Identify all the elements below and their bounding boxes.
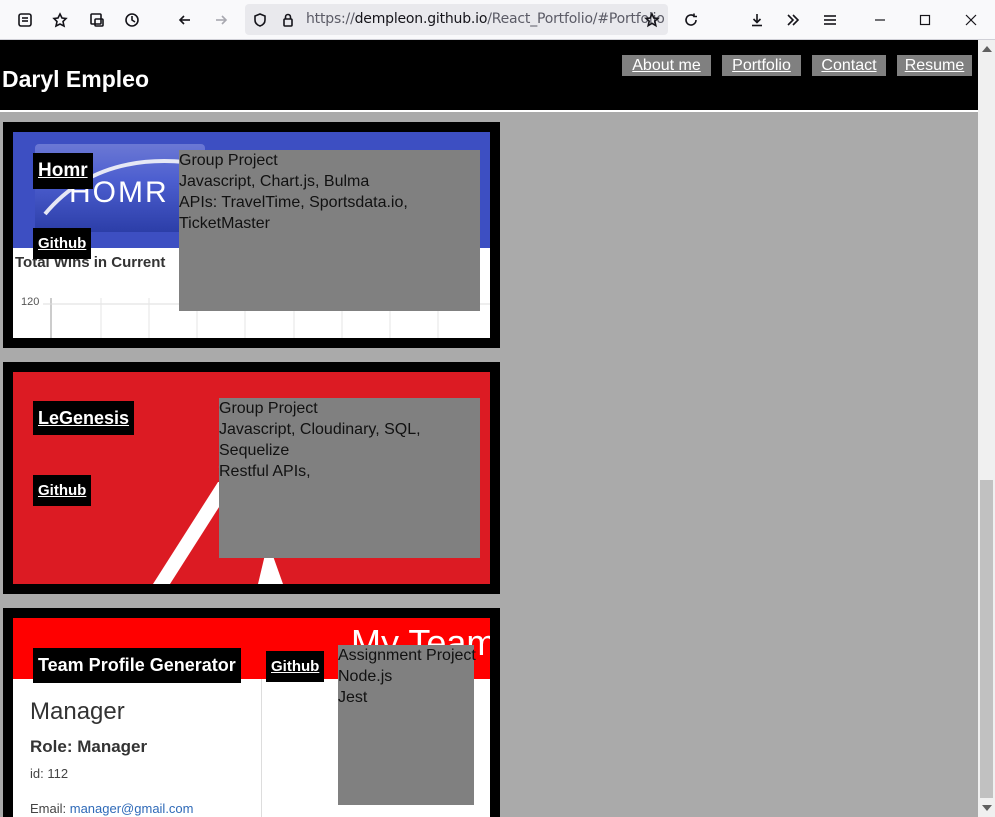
forward-icon[interactable] [207, 6, 235, 34]
nav-about-me[interactable]: About me [622, 55, 711, 76]
site-title: Daryl Empleo [2, 66, 149, 92]
github-link-team-profile[interactable]: Github [266, 651, 325, 682]
project-description-homr: Group Project Javascript, Chart.js, Bulm… [179, 150, 480, 311]
description-line: Javascript, Chart.js, Bulma [179, 173, 370, 190]
back-icon[interactable] [171, 6, 199, 34]
project-card-legenesis: LeGenesis Github Group Project Javascrip… [3, 362, 500, 594]
project-description-team-profile: Assignment Project Node.js Jest [338, 645, 476, 805]
lock-icon[interactable] [274, 6, 302, 34]
team-profile-role: Role: Manager [30, 737, 148, 756]
team-profile-email-label: Email: [30, 801, 67, 816]
description-line: Sequelize [219, 442, 290, 459]
team-column-divider [261, 679, 262, 817]
address-bar[interactable]: https://dempleon.github.io/React_Portfol… [245, 4, 668, 35]
description-line: TicketMaster [179, 215, 270, 232]
nav-contact[interactable]: Contact [812, 55, 886, 76]
reload-icon[interactable] [677, 6, 705, 34]
team-profile-email-row: Email: manager@gmail.com [30, 801, 194, 816]
page-viewport: Daryl Empleo About me Portfolio Contact … [0, 40, 978, 817]
site-header: Daryl Empleo About me Portfolio Contact … [0, 40, 978, 112]
history-icon[interactable] [118, 6, 146, 34]
description-line: APIs: TravelTime, Sportsdata.io, [179, 194, 408, 211]
url-text[interactable]: https://dempleon.github.io/React_Portfol… [306, 11, 665, 27]
maximize-icon[interactable] [911, 6, 939, 34]
bookmark-star-icon[interactable] [638, 6, 666, 34]
shield-icon[interactable] [246, 6, 274, 34]
description-line: Javascript, Cloudinary, SQL, [219, 421, 421, 438]
description-line: Assignment Project [338, 647, 476, 664]
team-profile-name: Manager [30, 698, 125, 725]
minimize-icon[interactable] [866, 6, 894, 34]
project-card-team-profile: My Team Manager Role: Manager id: 112 Em… [3, 608, 500, 817]
description-line: Group Project [219, 400, 318, 417]
close-icon[interactable] [957, 6, 985, 34]
project-description-legenesis: Group Project Javascript, Cloudinary, SQ… [219, 398, 480, 558]
github-link-homr[interactable]: Github [33, 228, 92, 259]
scroll-up-arrow-icon[interactable] [982, 46, 992, 52]
pocket-icon[interactable] [46, 6, 74, 34]
project-title-team-profile[interactable]: Team Profile Generator [33, 648, 241, 683]
download-icon[interactable] [743, 6, 771, 34]
description-line: Jest [338, 689, 368, 706]
menu-icon[interactable] [816, 6, 844, 34]
description-line: Restful APIs, [219, 463, 311, 480]
nav-resume[interactable]: Resume [897, 55, 972, 76]
screenshot-icon[interactable] [83, 6, 111, 34]
description-line: Node.js [338, 668, 393, 685]
description-line: Group Project [179, 152, 278, 169]
github-link-legenesis[interactable]: Github [33, 475, 92, 506]
overflow-icon[interactable] [779, 6, 807, 34]
project-card-homr: HOMR Total Wins in Current 120 Homr Gith… [3, 122, 500, 348]
view-icon[interactable] [11, 6, 39, 34]
team-profile-email-link[interactable]: manager@gmail.com [70, 801, 194, 816]
page-scrollbar[interactable] [978, 40, 995, 817]
nav-portfolio[interactable]: Portfolio [722, 55, 801, 76]
scrollbar-thumb[interactable] [980, 480, 993, 798]
project-title-homr[interactable]: Homr [33, 153, 93, 189]
team-profile-id: id: 112 [30, 766, 69, 781]
scroll-down-arrow-icon[interactable] [982, 805, 992, 811]
browser-toolbar: https://dempleon.github.io/React_Portfol… [0, 0, 995, 40]
project-title-legenesis[interactable]: LeGenesis [33, 401, 135, 435]
